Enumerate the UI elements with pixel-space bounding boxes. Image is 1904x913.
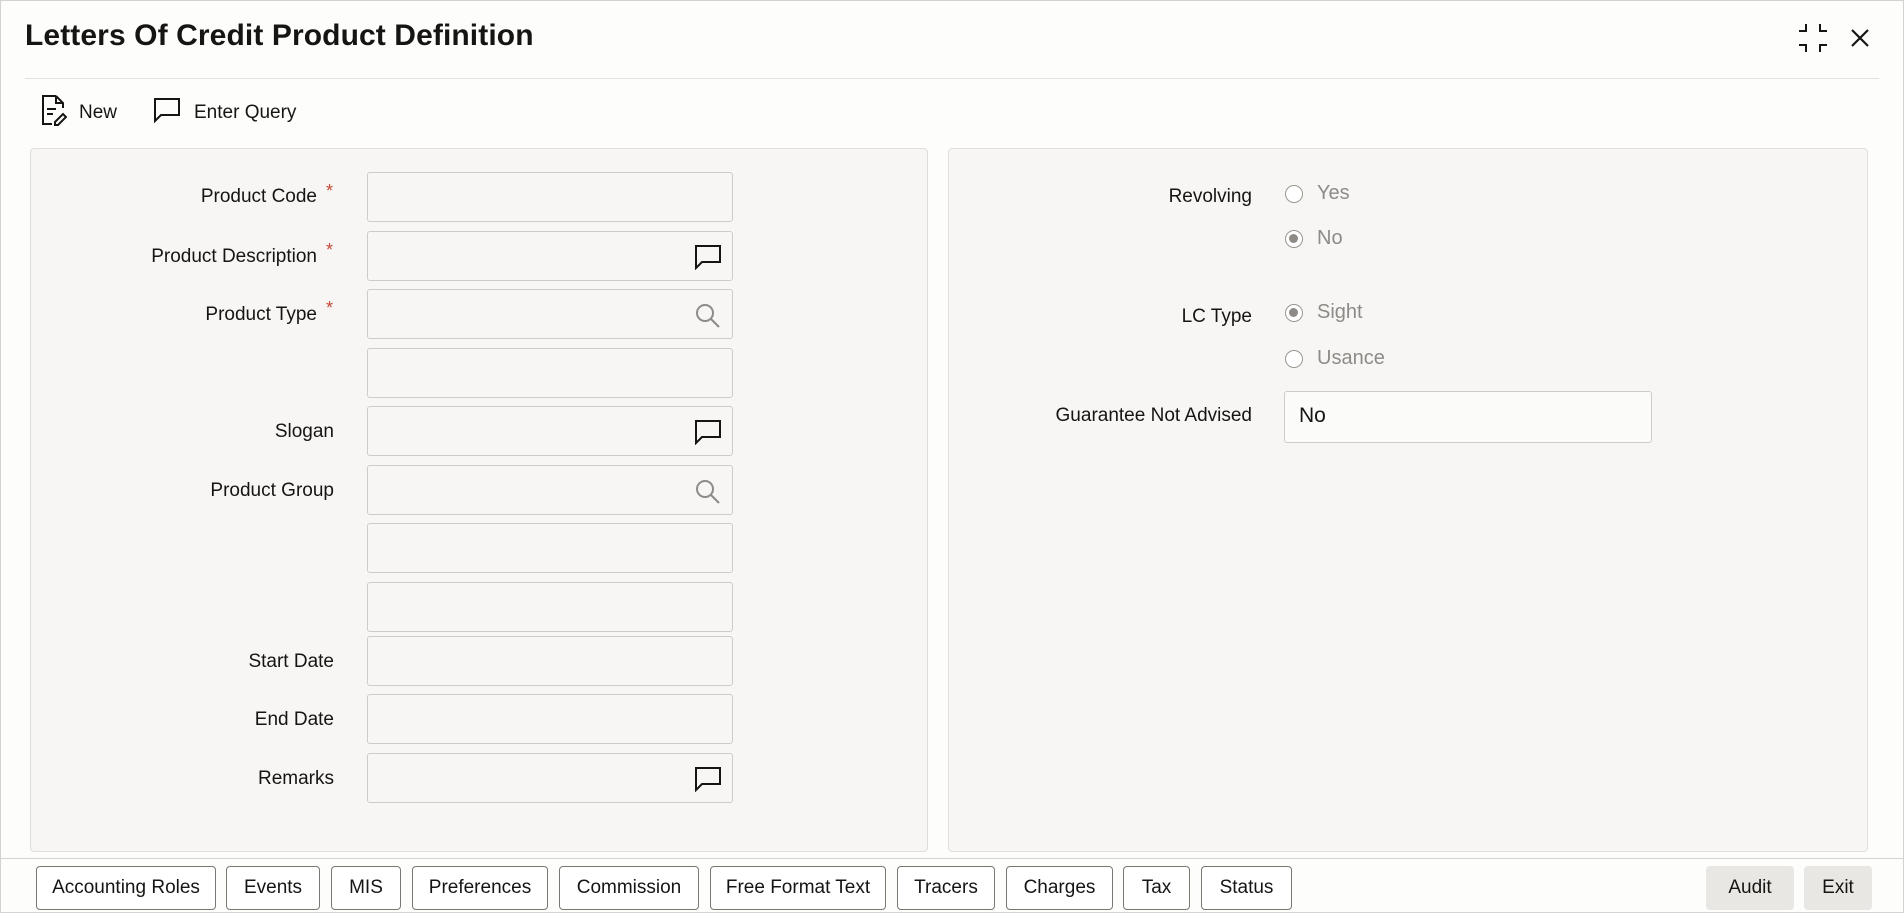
lc-type-label: LC Type <box>1181 306 1252 327</box>
slogan-label: Slogan <box>274 421 334 442</box>
start-date-label: Start Date <box>248 651 334 672</box>
preferences-button[interactable]: Preferences <box>412 866 548 910</box>
accounting-roles-button[interactable]: Accounting Roles <box>36 866 216 910</box>
slogan-field[interactable] <box>367 406 733 456</box>
required-marker: * <box>326 240 334 260</box>
end-date-label: End Date <box>254 709 334 730</box>
revolving-yes-radio[interactable]: Yes <box>1285 182 1350 205</box>
events-button[interactable]: Events <box>226 866 320 910</box>
product-group-extra-field[interactable] <box>367 582 733 632</box>
enter-query-label: Enter Query <box>194 102 297 123</box>
commission-button[interactable]: Commission <box>559 866 699 910</box>
bottom-divider <box>1 858 1903 859</box>
lc-type-sight-radio[interactable]: Sight <box>1285 301 1363 324</box>
remarks-label: Remarks <box>257 768 334 789</box>
search-icon[interactable] <box>694 478 722 504</box>
new-button-label: New <box>79 102 118 123</box>
guarantee-not-advised-field[interactable]: No <box>1284 391 1652 443</box>
lc-type-usance-label: Usance <box>1317 347 1385 369</box>
revolving-yes-label: Yes <box>1317 182 1350 204</box>
product-code-field[interactable] <box>367 172 733 222</box>
dialog-window: Letters Of Credit Product Definition New… <box>0 0 1904 913</box>
title-divider <box>25 78 1879 79</box>
search-icon[interactable] <box>694 302 722 328</box>
comment-icon[interactable] <box>694 766 722 793</box>
mis-button[interactable]: MIS <box>331 866 401 910</box>
new-button[interactable]: New <box>39 94 118 132</box>
remarks-field[interactable] <box>367 753 733 803</box>
radio-checked-icon <box>1285 229 1303 248</box>
revolving-no-radio[interactable]: No <box>1285 227 1343 250</box>
product-group-label: Product Group <box>210 480 334 501</box>
free-format-text-button[interactable]: Free Format Text <box>710 866 886 910</box>
product-type-description-field[interactable] <box>367 348 733 398</box>
end-date-field[interactable] <box>367 694 733 744</box>
status-button[interactable]: Status <box>1201 866 1292 910</box>
tracers-button[interactable]: Tracers <box>897 866 995 910</box>
enter-query-button[interactable]: Enter Query <box>152 96 296 130</box>
minimize-icon[interactable] <box>1796 21 1830 55</box>
product-code-label: Product Code <box>200 186 317 207</box>
product-type-label: Product Type <box>205 304 317 325</box>
exit-button[interactable]: Exit <box>1804 866 1872 910</box>
product-description-label: Product Description <box>151 246 317 267</box>
revolving-label: Revolving <box>1168 186 1252 207</box>
revolving-no-label: No <box>1317 227 1343 249</box>
product-group-field[interactable] <box>367 465 733 515</box>
guarantee-not-advised-label: Guarantee Not Advised <box>1055 405 1252 426</box>
radio-unchecked-icon <box>1285 184 1303 203</box>
product-type-field[interactable] <box>367 289 733 339</box>
comment-icon[interactable] <box>694 419 722 446</box>
radio-unchecked-icon <box>1285 349 1303 368</box>
required-marker: * <box>326 298 334 318</box>
radio-checked-icon <box>1285 303 1303 322</box>
page-title: Letters Of Credit Product Definition <box>25 19 534 52</box>
product-group-description-field[interactable] <box>367 523 733 573</box>
charges-button[interactable]: Charges <box>1006 866 1113 910</box>
required-marker: * <box>326 181 334 201</box>
product-description-field[interactable] <box>367 231 733 281</box>
lc-type-sight-label: Sight <box>1317 301 1363 323</box>
audit-button[interactable]: Audit <box>1706 866 1794 910</box>
right-panel <box>948 148 1868 852</box>
start-date-field[interactable] <box>367 636 733 686</box>
comment-icon[interactable] <box>694 244 722 271</box>
tax-button[interactable]: Tax <box>1123 866 1190 910</box>
close-icon[interactable] <box>1843 21 1877 55</box>
lc-type-usance-radio[interactable]: Usance <box>1285 347 1385 370</box>
new-document-icon <box>39 94 68 132</box>
query-comment-icon <box>152 96 182 130</box>
